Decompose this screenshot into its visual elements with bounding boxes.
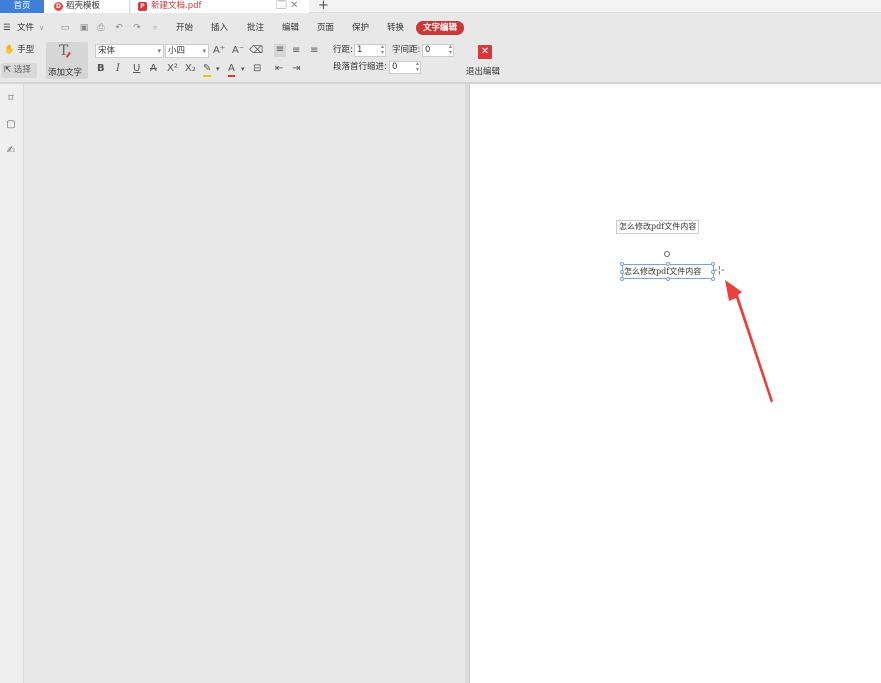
arrow-shape <box>725 280 773 403</box>
annotation-arrow <box>725 280 773 403</box>
